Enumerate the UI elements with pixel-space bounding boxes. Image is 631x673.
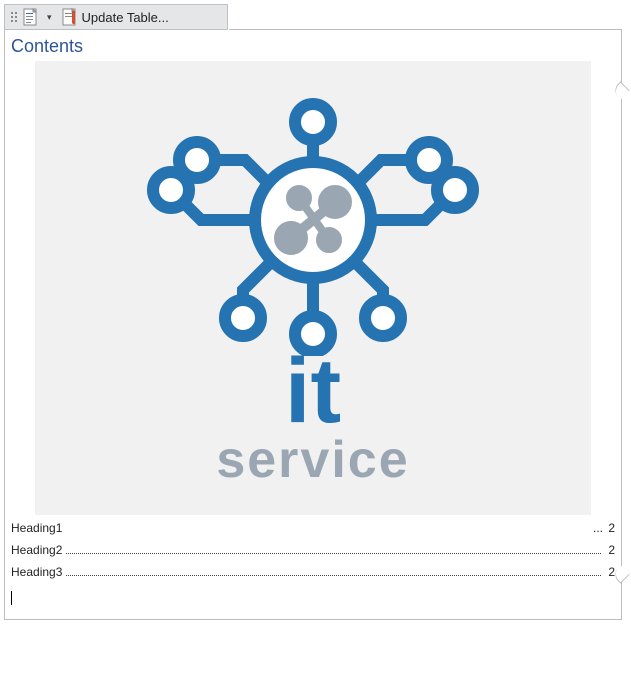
network-icon xyxy=(133,86,493,356)
update-table-label: Update Table... xyxy=(82,10,169,25)
logo-text-it: it xyxy=(285,350,341,433)
toc-list: Heading1 ... 2 Heading2 2 Heading3 2 xyxy=(11,521,615,579)
update-table-button[interactable]: Update Table... xyxy=(58,7,173,27)
logo-image: it service xyxy=(35,61,591,515)
toc-entry-label: Heading2 xyxy=(11,543,64,557)
toc-leader xyxy=(66,543,601,554)
update-table-icon xyxy=(62,8,78,26)
document-canvas: Contents xyxy=(4,30,622,620)
toc-entry[interactable]: Heading3 2 xyxy=(11,565,615,579)
toc-style-button[interactable] xyxy=(21,7,41,27)
text-cursor xyxy=(11,591,12,605)
chevron-down-icon[interactable]: ▾ xyxy=(43,12,56,23)
toc-entry[interactable]: Heading2 2 xyxy=(11,543,615,557)
frame-notch-top xyxy=(611,81,629,99)
toc-toolbar: ▾ Update Table... xyxy=(4,4,228,30)
toc-leader xyxy=(66,565,601,576)
toc-ellipsis: ... xyxy=(593,521,603,535)
toc-entry-page: 2 xyxy=(603,543,615,557)
toc-entry-label: Heading3 xyxy=(11,565,64,579)
logo-text-service: service xyxy=(216,430,409,490)
drag-grip-icon[interactable] xyxy=(9,11,19,23)
toc-entry[interactable]: Heading1 ... 2 xyxy=(11,521,615,535)
toc-entry-page: 2 xyxy=(603,565,615,579)
text-cursor-line[interactable] xyxy=(11,587,615,601)
toc-leader xyxy=(66,522,591,532)
toc-entry-label: Heading1 xyxy=(11,521,64,535)
contents-heading: Contents xyxy=(11,36,619,57)
toc-entry-page: 2 xyxy=(603,521,615,535)
